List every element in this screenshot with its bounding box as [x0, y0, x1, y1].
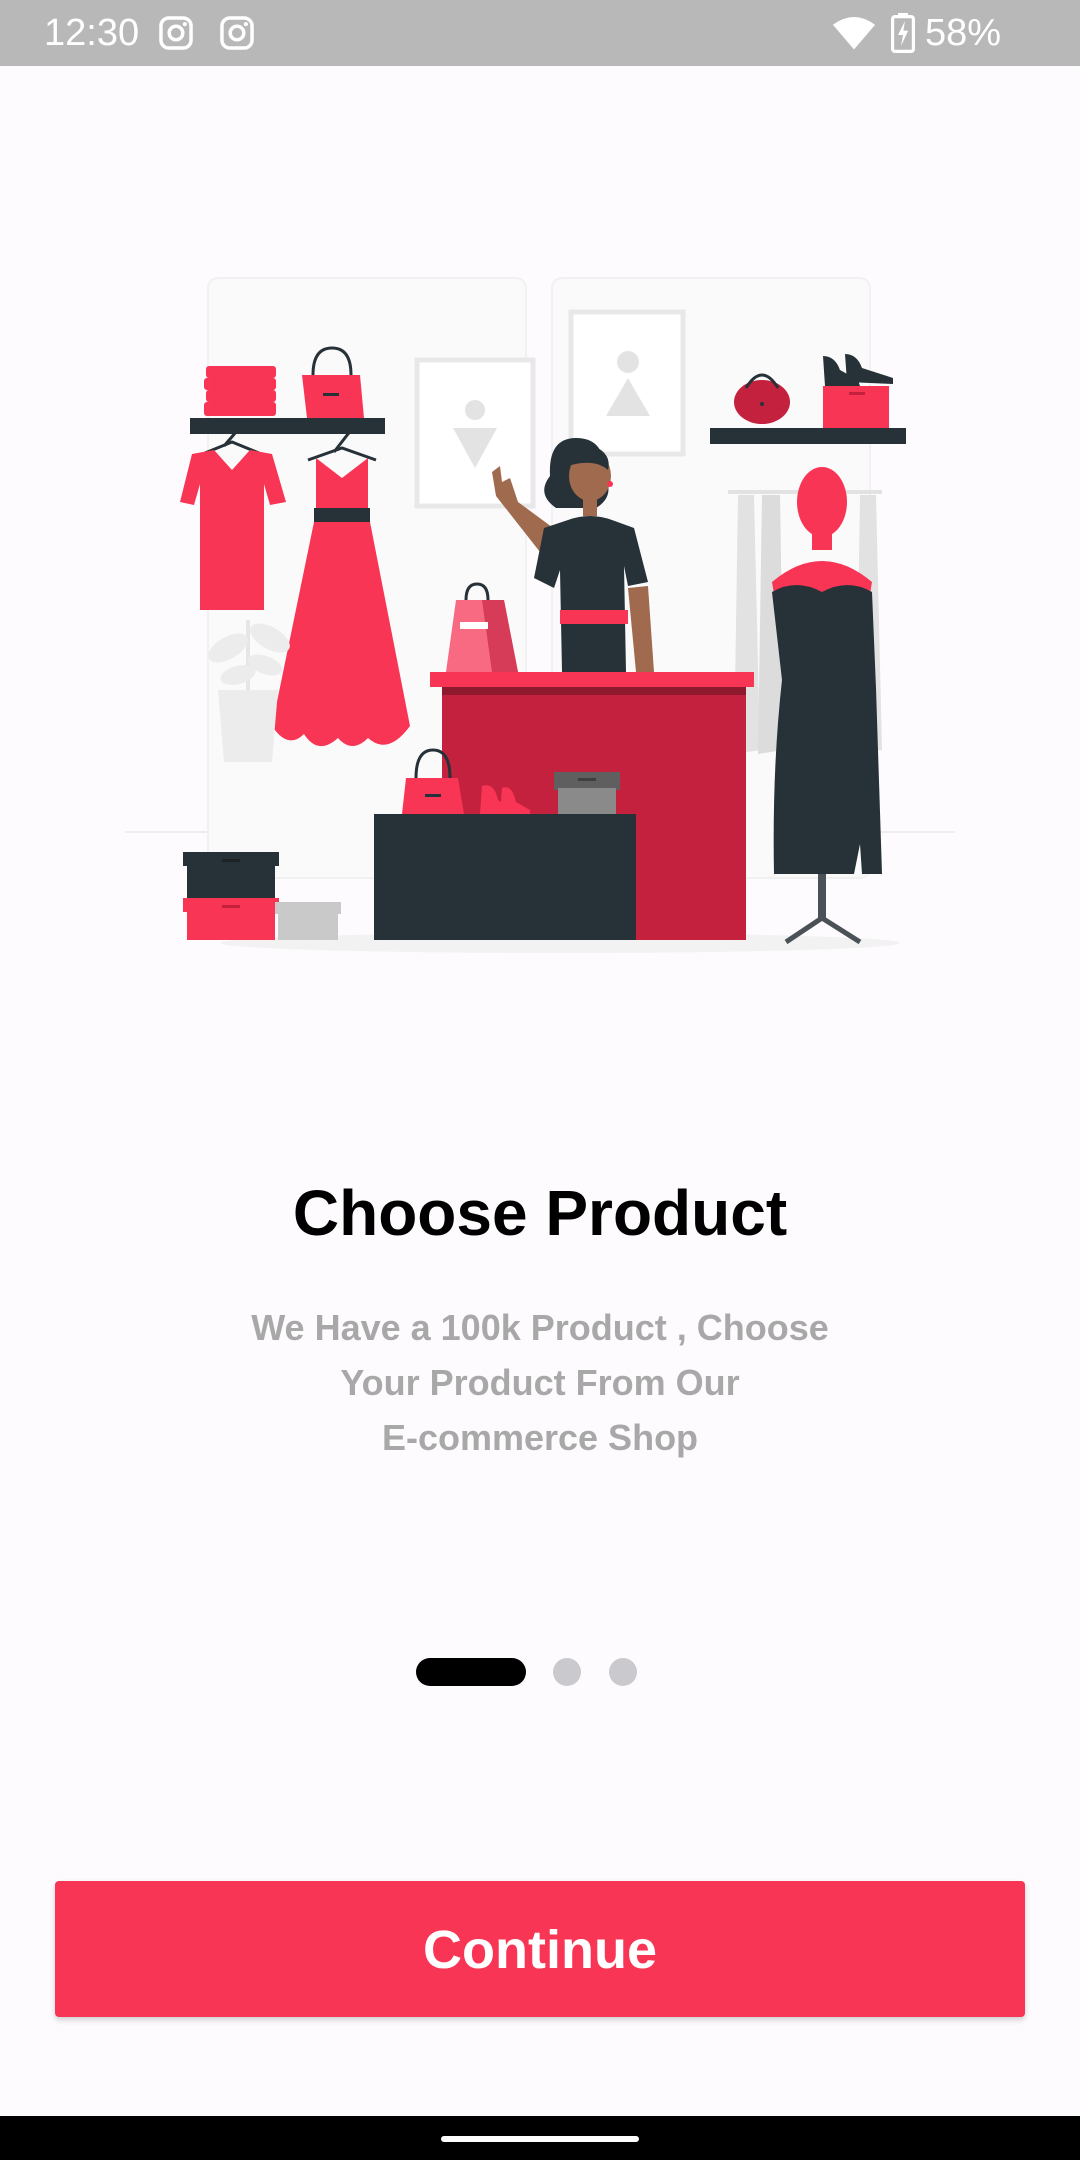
status-bar: 12:30 58% — [0, 0, 1080, 66]
battery-charging-icon — [891, 13, 915, 53]
page-dot[interactable] — [553, 1658, 581, 1686]
home-gesture-handle[interactable] — [441, 2136, 639, 2142]
onboarding-title: Choose Product — [292, 1177, 788, 1249]
status-time: 12:30 — [44, 12, 140, 54]
page-dot[interactable] — [609, 1658, 637, 1686]
navigation-bar — [0, 2116, 1080, 2160]
wifi-icon — [832, 16, 876, 50]
continue-button[interactable]: Continue — [55, 1881, 1025, 2017]
shop-illustration — [125, 277, 955, 953]
instagram-icon — [159, 16, 193, 50]
page-indicator — [0, 1658, 1080, 1686]
page-dot-active[interactable] — [416, 1658, 526, 1686]
onboarding-subtitle: We Have a 100k Product , Choose Your Pro… — [251, 1307, 829, 1458]
instagram-icon — [220, 16, 254, 50]
battery-percent: 58% — [925, 12, 1002, 54]
